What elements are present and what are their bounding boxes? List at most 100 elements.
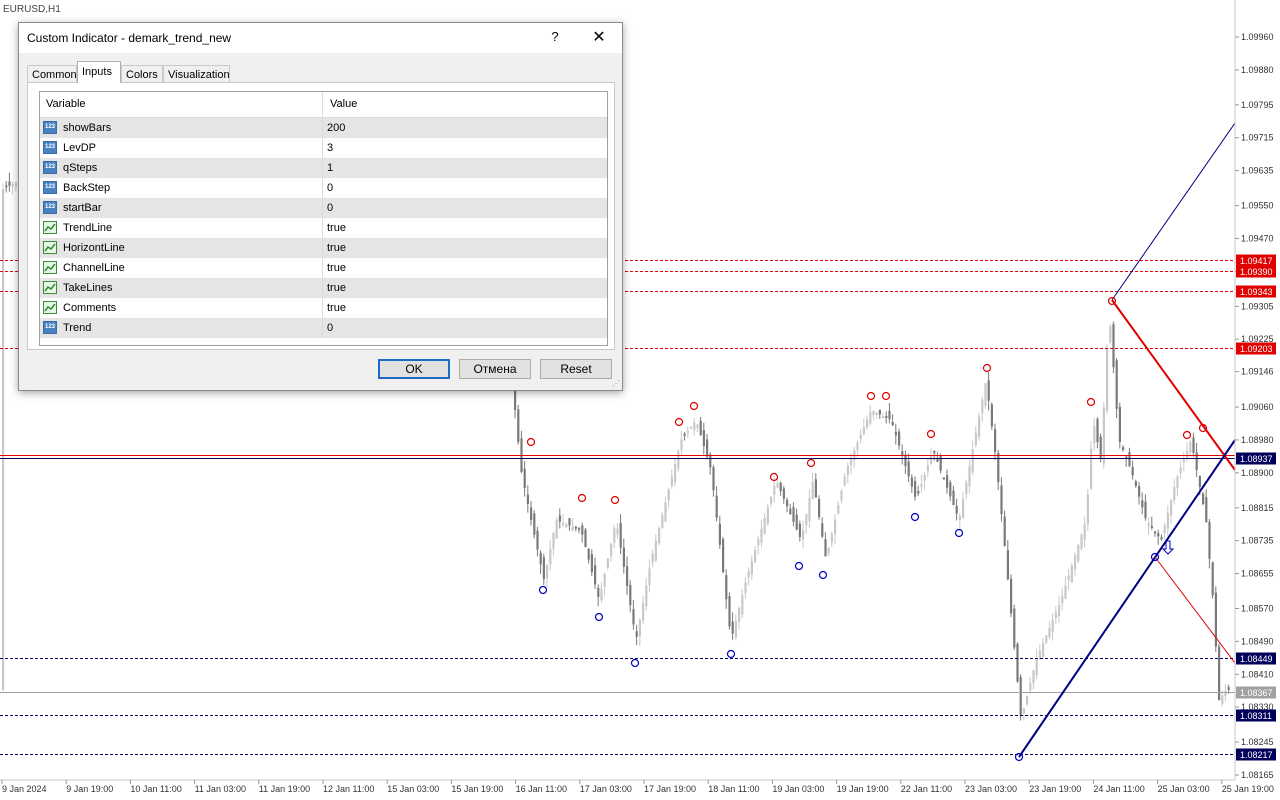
time-tick-label: 16 Jan 11:00 xyxy=(516,784,567,794)
tab-visualization[interactable]: Visualization xyxy=(163,65,230,83)
tab-colors[interactable]: Colors xyxy=(121,65,163,83)
price-tick-label: 1.08245 xyxy=(1241,737,1274,747)
price-tick-label: 1.09550 xyxy=(1241,201,1274,211)
tab-common[interactable]: Common xyxy=(27,65,77,83)
param-value[interactable]: true xyxy=(327,242,346,254)
candle xyxy=(1131,467,1134,476)
candle xyxy=(1189,442,1192,453)
help-button[interactable]: ? xyxy=(545,29,565,47)
candle xyxy=(990,404,993,427)
param-name: TakeLines xyxy=(63,282,113,294)
candle xyxy=(1186,450,1189,458)
candle xyxy=(939,455,942,471)
table-row[interactable]: 123 showBars 200 xyxy=(40,118,607,138)
param-value[interactable]: true xyxy=(327,262,346,274)
candle xyxy=(1144,501,1147,518)
param-value[interactable]: 200 xyxy=(327,122,345,134)
candle xyxy=(718,523,721,545)
candle xyxy=(1122,447,1125,450)
candle xyxy=(1227,687,1230,690)
table-row[interactable]: 123 BackStep 0 xyxy=(40,178,607,198)
candle xyxy=(731,621,734,634)
param-value[interactable]: true xyxy=(327,282,346,294)
candle xyxy=(1147,523,1150,526)
level-price-label: 1.08311 xyxy=(1240,711,1272,721)
candle xyxy=(1179,467,1182,474)
candle xyxy=(536,530,539,550)
candle xyxy=(894,431,897,436)
dialog-titlebar[interactable]: Custom Indicator - demark_trend_new ? ✕ xyxy=(19,23,622,53)
candle xyxy=(584,529,587,548)
candle xyxy=(1070,565,1073,583)
param-value[interactable]: 0 xyxy=(327,202,333,214)
price-tick-label: 1.08570 xyxy=(1241,603,1274,613)
close-icon[interactable]: ✕ xyxy=(587,27,611,49)
int-param-icon: 123 xyxy=(43,161,57,174)
candle xyxy=(818,499,821,517)
time-tick-label: 10 Jan 11:00 xyxy=(130,784,181,794)
param-value[interactable]: true xyxy=(327,222,346,234)
table-header: Variable Value xyxy=(40,92,607,118)
param-name: TrendLine xyxy=(63,222,113,234)
param-name: BackStep xyxy=(63,182,111,194)
candle xyxy=(1006,550,1009,580)
time-tick-label: 17 Jan 19:00 xyxy=(644,784,696,794)
candle xyxy=(1157,533,1160,537)
reset-button[interactable]: Reset xyxy=(540,359,612,379)
candle xyxy=(1090,448,1093,489)
candle xyxy=(1118,406,1121,442)
table-row[interactable]: Comments true xyxy=(40,298,607,318)
ok-button[interactable]: OK xyxy=(378,359,450,379)
tab-inputs[interactable]: Inputs xyxy=(77,61,121,83)
candle xyxy=(712,467,715,491)
candle xyxy=(574,526,577,529)
param-value[interactable]: 1 xyxy=(327,162,333,174)
table-row[interactable]: TrendLine true xyxy=(40,218,607,238)
candle xyxy=(568,518,571,526)
candle xyxy=(622,547,625,567)
candle xyxy=(1051,620,1054,632)
table-row[interactable]: 123 qSteps 1 xyxy=(40,158,607,178)
candle xyxy=(808,498,811,521)
time-tick-label: 12 Jan 11:00 xyxy=(323,784,374,794)
candle xyxy=(664,502,667,522)
table-row[interactable]: HorizontLine true xyxy=(40,238,607,258)
price-tick-label: 1.09470 xyxy=(1241,233,1274,243)
candle xyxy=(795,514,798,530)
time-tick-label: 25 Jan 03:00 xyxy=(1158,784,1210,794)
candle xyxy=(904,454,907,467)
candle xyxy=(859,434,862,440)
candle xyxy=(760,528,763,543)
level-price-label: 1.09390 xyxy=(1240,267,1273,277)
candle xyxy=(600,588,603,600)
int-param-icon: 123 xyxy=(43,121,57,134)
candle xyxy=(523,468,526,488)
param-value[interactable]: true xyxy=(327,302,346,314)
table-row[interactable]: 123 LevDP 3 xyxy=(40,138,607,158)
candle xyxy=(802,530,805,540)
candle xyxy=(722,539,725,572)
table-row[interactable]: ChannelLine true xyxy=(40,258,607,278)
table-row[interactable]: TakeLines true xyxy=(40,278,607,298)
candle xyxy=(846,465,849,476)
candle xyxy=(638,619,641,636)
candle xyxy=(526,494,529,504)
resize-grip-icon[interactable]: ⋰ xyxy=(612,379,620,388)
table-row[interactable]: 123 startBar 0 xyxy=(40,198,607,218)
candle xyxy=(1029,683,1032,691)
param-value[interactable]: 0 xyxy=(327,322,333,334)
param-value[interactable]: 3 xyxy=(327,142,333,154)
time-tick-label: 23 Jan 19:00 xyxy=(1029,784,1081,794)
candle xyxy=(837,505,840,514)
param-value[interactable]: 0 xyxy=(327,182,333,194)
candle xyxy=(549,549,552,565)
cancel-button[interactable]: Отмена xyxy=(459,359,531,379)
time-tick-label: 22 Jan 11:00 xyxy=(901,784,952,794)
candle xyxy=(763,518,766,534)
candle xyxy=(984,383,987,407)
candle xyxy=(946,475,949,488)
candle xyxy=(725,575,728,600)
table-row[interactable]: 123 Trend 0 xyxy=(40,318,607,338)
time-tick-label: 18 Jan 11:00 xyxy=(708,784,759,794)
candle xyxy=(1077,544,1080,562)
